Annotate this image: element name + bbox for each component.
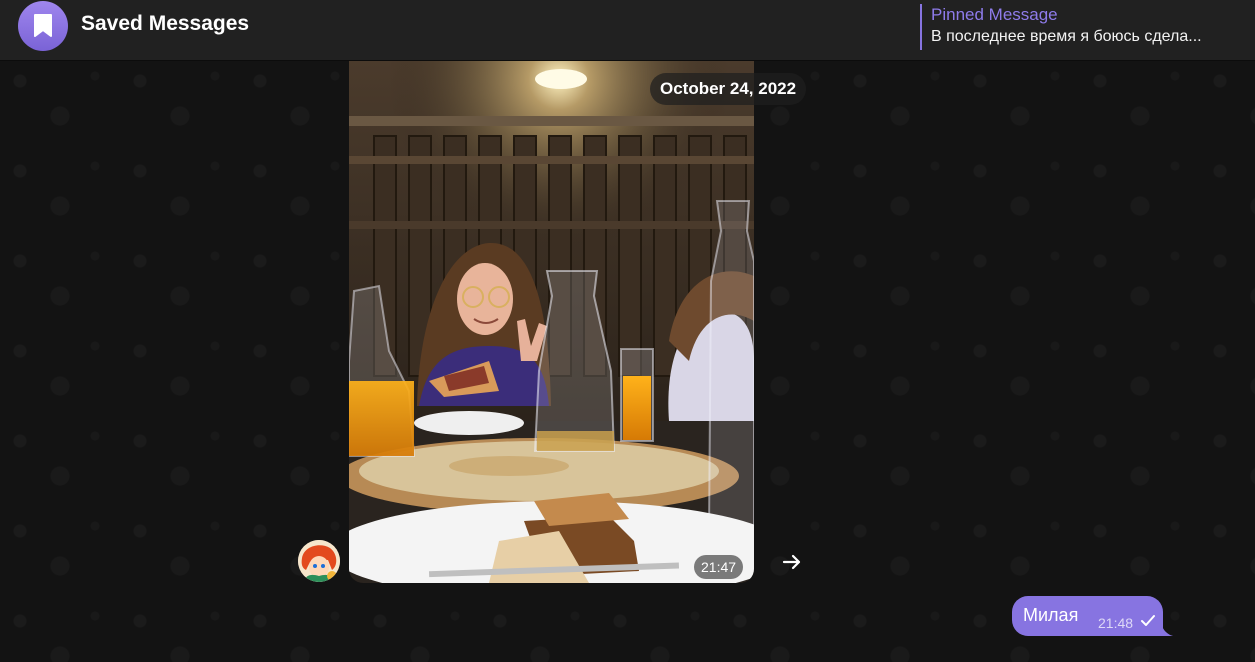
message-time: 21:48 bbox=[1098, 615, 1134, 631]
arrow-right-icon bbox=[782, 554, 801, 570]
chat-title[interactable]: Saved Messages bbox=[81, 12, 249, 36]
outgoing-message-bubble[interactable]: Милая 21:48 bbox=[1012, 596, 1163, 636]
restaurant-photo bbox=[349, 61, 754, 583]
photo-message[interactable] bbox=[349, 61, 754, 583]
cartoon-avatar-icon bbox=[298, 540, 340, 582]
message-text: Милая bbox=[1023, 605, 1079, 625]
sender-avatar[interactable] bbox=[298, 540, 340, 582]
pinned-message-text: В последнее время я боюсь сдела... bbox=[931, 28, 1202, 45]
photo-message-time: 21:47 bbox=[694, 555, 744, 579]
single-check-icon bbox=[1141, 615, 1155, 626]
pinned-message-title: Pinned Message bbox=[931, 5, 1058, 24]
forward-button[interactable] bbox=[776, 546, 808, 578]
date-chip: October 24, 2022 bbox=[650, 73, 807, 105]
chat-header: Saved Messages Pinned Message В последне… bbox=[0, 0, 1255, 61]
bookmark-icon bbox=[34, 14, 52, 37]
pinned-message[interactable]: Pinned Message В последнее время я боюсь… bbox=[920, 4, 1240, 50]
bubble-tail bbox=[1156, 620, 1173, 636]
saved-messages-avatar[interactable] bbox=[18, 1, 68, 51]
